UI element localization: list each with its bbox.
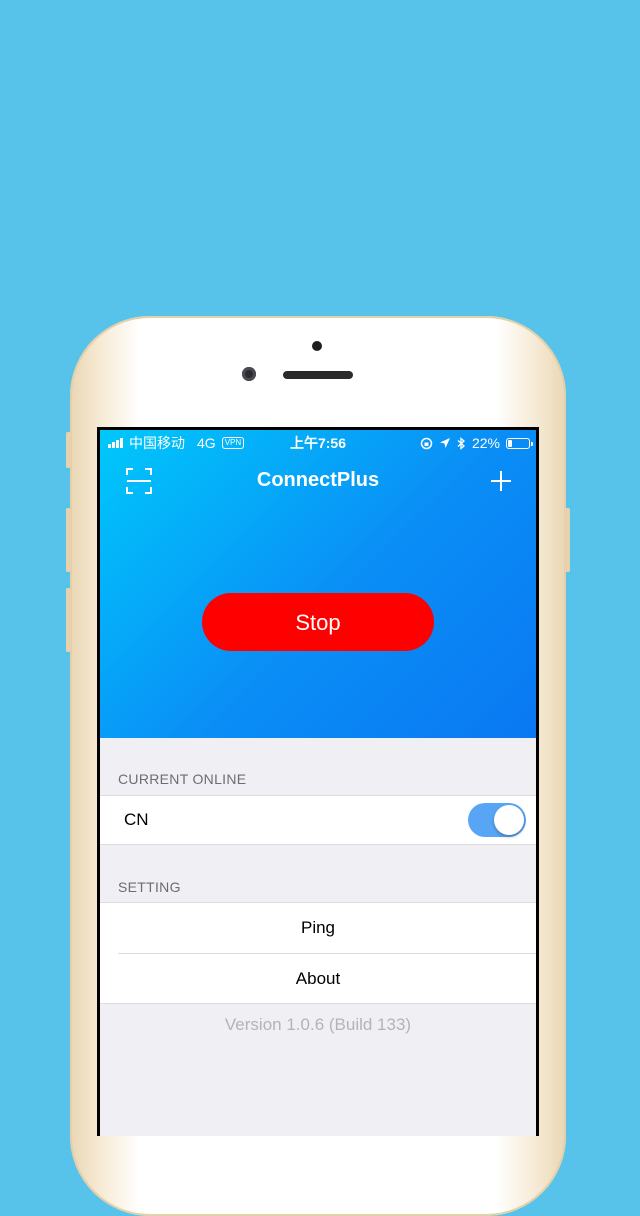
orientation-lock-icon [420, 437, 433, 449]
side-button [66, 432, 71, 468]
settings-group: Ping About [100, 902, 536, 1004]
battery-percent: 22% [471, 435, 500, 451]
stop-button[interactable]: Stop [202, 593, 434, 651]
phone-screen: 中国移动 4G VPN 上午7:56 22% ConnectPlus Stop … [97, 427, 539, 1136]
plus-icon[interactable] [490, 470, 512, 492]
app-title: ConnectPlus [256, 469, 380, 491]
battery-fill [508, 439, 512, 447]
current-online-header: CURRENT ONLINE [118, 771, 247, 787]
earpiece-speaker [283, 371, 353, 379]
power-button [565, 508, 570, 572]
proximity-sensor [312, 341, 322, 351]
version-label: Version 1.0.6 (Build 133) [224, 1015, 412, 1034]
front-camera [242, 367, 256, 381]
bluetooth-icon [457, 436, 465, 450]
location-arrow-icon [439, 438, 450, 448]
battery-icon [506, 437, 533, 449]
ping-label: Ping [300, 918, 336, 937]
about-label: About [295, 969, 341, 988]
nav-bar: ConnectPlus [100, 456, 536, 504]
volume-up-button [66, 508, 71, 572]
status-bar: 中国移动 4G VPN 上午7:56 22% [100, 430, 536, 456]
app-screen: 中国移动 4G VPN 上午7:56 22% ConnectPlus Stop … [100, 430, 536, 1136]
online-node-row[interactable]: CN [100, 795, 536, 845]
toggle-knob [494, 805, 524, 835]
online-node-label: CN [124, 810, 149, 829]
ping-row[interactable]: Ping [100, 903, 536, 953]
hero-panel: 中国移动 4G VPN 上午7:56 22% ConnectPlus Stop [100, 430, 536, 738]
setting-header: SETTING [118, 879, 181, 895]
volume-down-button [66, 588, 71, 652]
online-toggle[interactable] [468, 803, 526, 837]
about-row[interactable]: About [100, 954, 536, 1004]
status-right: 22% [420, 430, 533, 456]
